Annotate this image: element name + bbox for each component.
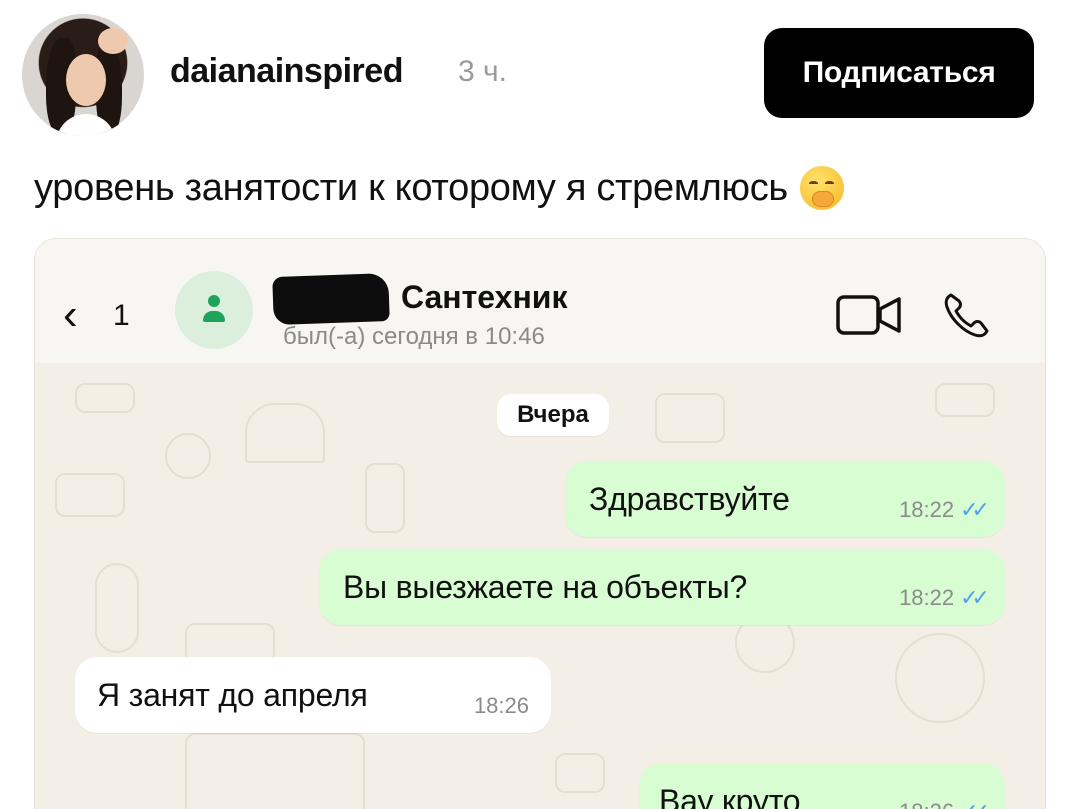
read-receipt-icon: ✓✓ — [960, 585, 990, 610]
message-meta: 18:26 ✓✓ — [899, 799, 990, 809]
message-text: Вау круто — [659, 782, 801, 809]
read-receipt-icon: ✓✓ — [960, 799, 990, 809]
chat-header: ‹ 1 Сантехник был(-а) сегодня в 10:46 — [35, 239, 1045, 363]
chat-screenshot: ‹ 1 Сантехник был(-а) сегодня в 10:46 Вч… — [34, 238, 1046, 809]
message-bubble[interactable]: Здравствуйте 18:22 ✓✓ — [565, 461, 1005, 537]
follow-button[interactable]: Подписаться — [764, 28, 1034, 118]
message-meta: 18:22 ✓✓ — [899, 585, 990, 611]
unread-count[interactable]: 1 — [113, 299, 130, 333]
message-text: Вы выезжаете на объекты? — [343, 568, 748, 605]
author-username[interactable]: daianainspired — [170, 52, 403, 91]
date-separator: Вчера — [497, 394, 609, 436]
contact-avatar-icon[interactable] — [175, 271, 253, 349]
face-with-hand-over-mouth-emoji-icon — [799, 166, 844, 210]
last-seen-status: был(-а) сегодня в 10:46 — [283, 323, 545, 350]
back-chevron-icon[interactable]: ‹ — [63, 293, 78, 337]
message-time: 18:22 — [899, 585, 955, 610]
caption-text: уровень занятости к которому я стремлюсь — [34, 166, 788, 209]
message-text: Я занят до апреля — [97, 676, 368, 713]
post-caption: уровень занятости к которому я стремлюсь — [34, 166, 844, 210]
message-text: Здравствуйте — [589, 480, 790, 517]
message-time: 18:22 — [899, 497, 955, 522]
message-bubble[interactable]: Я занят до апреля 18:26 — [75, 657, 551, 733]
author-avatar[interactable] — [22, 14, 144, 136]
message-meta: 18:22 ✓✓ — [899, 497, 990, 523]
post-timestamp: 3 ч. — [458, 55, 507, 88]
message-time: 18:26 — [473, 693, 529, 718]
phone-call-icon[interactable] — [941, 289, 993, 341]
message-time: 18:26 — [899, 799, 954, 809]
contact-name[interactable]: Сантехник — [401, 279, 567, 316]
post-header: daianainspired 3 ч. Подписаться — [0, 0, 1079, 150]
message-meta: 18:26 — [474, 693, 529, 719]
message-bubble[interactable]: Вы выезжаете на объекты? 18:22 ✓✓ — [319, 549, 1005, 625]
message-bubble[interactable]: Вау круто 18:26 ✓✓ — [639, 763, 1005, 809]
video-call-icon[interactable] — [835, 291, 903, 339]
redaction-scribble — [272, 272, 390, 326]
read-receipt-icon: ✓✓ — [960, 497, 990, 522]
